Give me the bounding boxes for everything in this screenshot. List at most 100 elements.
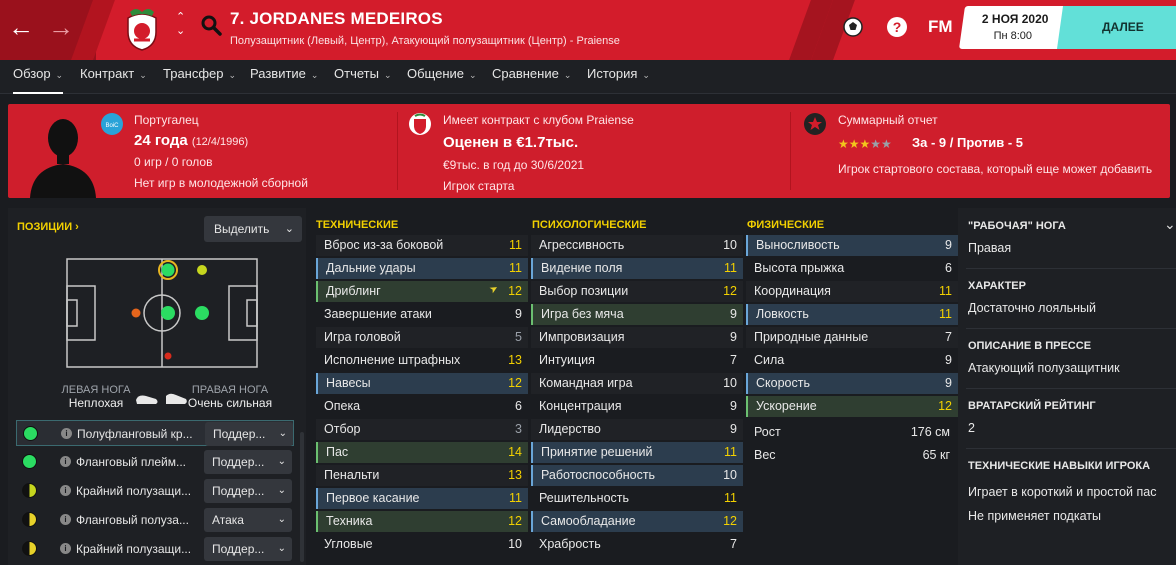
- role-list-scrollbar[interactable]: [300, 432, 304, 562]
- role-name: Фланговый полуза...: [76, 513, 189, 527]
- attribute-row[interactable]: Пенальти 13: [316, 465, 528, 486]
- attribute-row[interactable]: Опека 6: [316, 396, 528, 417]
- right-foot-label: ПРАВАЯ НОГА: [191, 384, 269, 396]
- attribute-row[interactable]: Лидерство 9: [531, 419, 743, 440]
- attribute-row[interactable]: Техника 12: [316, 511, 528, 532]
- tab-reports[interactable]: Отчеты ⌄: [334, 60, 391, 94]
- divider: [966, 268, 1176, 269]
- continue-button[interactable]: ДАЛЕЕ: [1056, 6, 1176, 49]
- attribute-row[interactable]: Дриблинг 12 ➤: [316, 281, 528, 302]
- attribute-value: 7: [945, 330, 952, 344]
- info-icon[interactable]: i: [61, 428, 72, 439]
- gk-rating-value: 2: [968, 421, 975, 435]
- role-duty-select[interactable]: Поддер... ⌄: [204, 450, 292, 474]
- tab-label: Сравнение: [492, 66, 559, 81]
- attribute-row[interactable]: Выносливость 9: [746, 235, 958, 256]
- role-row[interactable]: i Фланговый полуза... Атака ⌄: [16, 507, 294, 533]
- player-traits-title: ТЕХНИЧЕСКИЕ НАВЫКИ ИГРОКА: [968, 460, 1151, 472]
- role-row[interactable]: i Крайний полузащи... Поддер... ⌄: [16, 536, 294, 562]
- attribute-row[interactable]: Навесы 12: [316, 373, 528, 394]
- date-box[interactable]: 2 НОЯ 2020 Пн 8:00: [958, 6, 1070, 49]
- pitch-position-marker: [197, 265, 207, 275]
- info-icon[interactable]: i: [60, 543, 71, 554]
- fm-menu-icon[interactable]: FM: [928, 17, 953, 37]
- forward-arrow-icon[interactable]: →: [46, 12, 76, 42]
- ball-icon[interactable]: [842, 16, 864, 38]
- attribute-row[interactable]: Игра головой 5: [316, 327, 528, 348]
- chevron-down-icon[interactable]: ⌄: [1164, 216, 1176, 233]
- personality-title: ХАРАКТЕР: [968, 280, 1026, 292]
- role-row[interactable]: i Крайний полузащи... Поддер... ⌄: [16, 478, 294, 504]
- attribute-value: 13: [508, 468, 522, 482]
- tab-development[interactable]: Развитие ⌄: [250, 60, 318, 94]
- attribute-row[interactable]: Командная игра 10: [531, 373, 743, 394]
- info-icon[interactable]: i: [60, 514, 71, 525]
- nationality-flag-icon[interactable]: BoiC: [100, 112, 124, 136]
- info-icon[interactable]: i: [60, 485, 71, 496]
- attribute-row[interactable]: Ускорение 12: [746, 396, 958, 417]
- role-duty-select[interactable]: Поддер... ⌄: [204, 479, 292, 503]
- club-crest-icon[interactable]: [122, 6, 162, 52]
- highlight-select[interactable]: Выделить ⌄: [204, 216, 302, 242]
- attribute-name: Самообладание: [541, 514, 636, 528]
- report-star-icon[interactable]: [803, 112, 827, 136]
- attribute-row[interactable]: Интуиция 7: [531, 350, 743, 371]
- attribute-row[interactable]: Сила 9: [746, 350, 958, 371]
- tab-transfer[interactable]: Трансфер ⌄: [163, 60, 236, 94]
- weight-label: Вес: [754, 448, 776, 462]
- tab-overview[interactable]: Обзор ⌄: [13, 60, 64, 94]
- attribute-row[interactable]: Угловые 10: [316, 534, 528, 555]
- attribute-row[interactable]: Пас 14: [316, 442, 528, 463]
- help-icon[interactable]: ?: [886, 16, 908, 38]
- attribute-row[interactable]: Высота прыжка 6: [746, 258, 958, 279]
- attribute-row[interactable]: Импровизация 9: [531, 327, 743, 348]
- attribute-row[interactable]: Завершение атаки 9: [316, 304, 528, 325]
- role-duty-select[interactable]: Поддер... ⌄: [205, 422, 293, 446]
- attribute-row[interactable]: Работоспособность 10: [531, 465, 743, 486]
- attribute-row[interactable]: Дальние удары 11: [316, 258, 528, 279]
- attribute-row[interactable]: Храбрость 7: [531, 534, 743, 555]
- role-row[interactable]: i Полуфланговый кр... Поддер... ⌄: [16, 420, 294, 446]
- tab-interaction[interactable]: Общение ⌄: [407, 60, 477, 94]
- attribute-row[interactable]: Концентрация 9: [531, 396, 743, 417]
- attribute-row[interactable]: Агрессивность 10: [531, 235, 743, 256]
- club-badge-icon[interactable]: [408, 112, 432, 136]
- attribute-name: Принятие решений: [541, 445, 653, 459]
- info-icon[interactable]: i: [60, 456, 71, 467]
- attribute-value: 10: [723, 468, 737, 482]
- tab-compare[interactable]: Сравнение ⌄: [492, 60, 571, 94]
- player-switch-arrows[interactable]: ⌃ ⌄: [176, 10, 185, 38]
- attribute-row[interactable]: Игра без мяча 9: [531, 304, 743, 325]
- attribute-row[interactable]: Исполнение штрафных 13: [316, 350, 528, 371]
- role-row[interactable]: i Фланговый плейм... Поддер... ⌄: [16, 449, 294, 475]
- attribute-row[interactable]: Отбор 3: [316, 419, 528, 440]
- attribute-row[interactable]: Природные данные 7: [746, 327, 958, 348]
- positions-title[interactable]: ПОЗИЦИИ ›: [17, 221, 79, 233]
- attribute-name: Командная игра: [539, 376, 633, 390]
- back-arrow-icon[interactable]: ←: [6, 12, 36, 42]
- attribute-row[interactable]: Видение поля 11: [531, 258, 743, 279]
- tab-contract[interactable]: Контракт ⌄: [80, 60, 147, 94]
- attribute-value: 12: [508, 284, 522, 298]
- attribute-row[interactable]: Ловкость 11: [746, 304, 958, 325]
- attribute-value: 12: [508, 376, 522, 390]
- tab-label: Отчеты: [334, 66, 379, 81]
- attribute-row[interactable]: Выбор позиции 12: [531, 281, 743, 302]
- attribute-row[interactable]: Самообладание 12: [531, 511, 743, 532]
- attribute-row[interactable]: Координация 11: [746, 281, 958, 302]
- search-icon[interactable]: [200, 14, 222, 36]
- attribute-row[interactable]: Принятие решений 11: [531, 442, 743, 463]
- attribute-row[interactable]: Решительность 11: [531, 488, 743, 509]
- tab-history[interactable]: История ⌄: [587, 60, 650, 94]
- attribute-row[interactable]: Вброс из-за боковой 11: [316, 235, 528, 256]
- rating-stars: ★★★★★: [838, 137, 892, 151]
- chevron-down-icon: ⌄: [139, 70, 147, 80]
- right-foot-value: Очень сильная: [187, 396, 273, 410]
- pitch-position-marker: [161, 263, 175, 277]
- attribute-row[interactable]: Скорость 9: [746, 373, 958, 394]
- attribute-name: Сила: [754, 353, 785, 367]
- role-duty-select[interactable]: Атака ⌄: [204, 508, 292, 532]
- role-duty-select[interactable]: Поддер... ⌄: [204, 537, 292, 561]
- personality-value: Достаточно лояльный: [968, 301, 1097, 315]
- attribute-row[interactable]: Первое касание 11: [316, 488, 528, 509]
